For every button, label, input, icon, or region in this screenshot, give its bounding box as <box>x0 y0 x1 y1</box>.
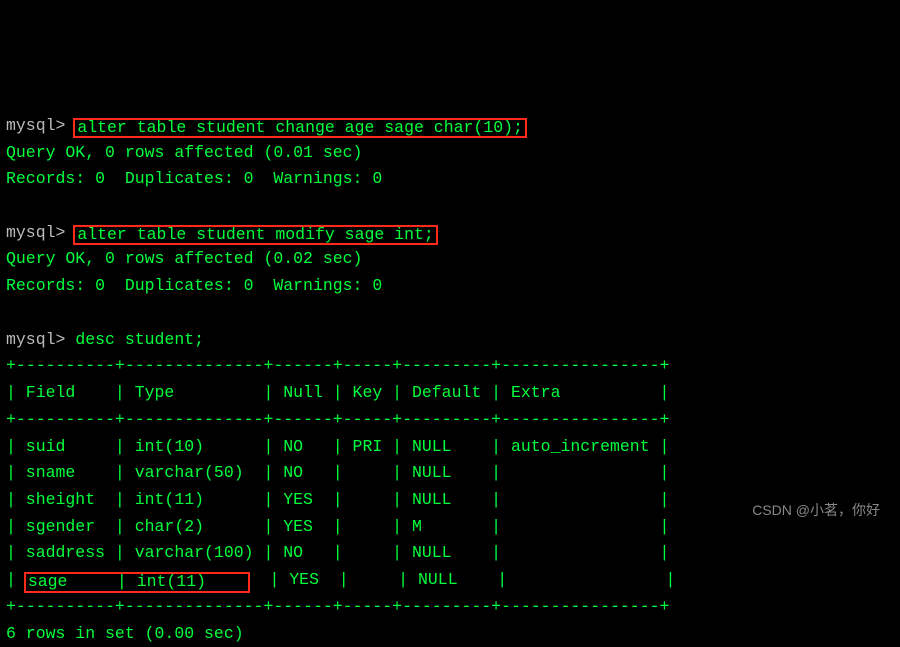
table-row: | sgender | char(2) | YES | | M | | <box>6 517 669 536</box>
highlight-cmd2: alter table student modify sage int; <box>73 225 437 246</box>
cmd3[interactable]: desc student; <box>75 330 204 349</box>
prompt: mysql> <box>6 330 65 349</box>
prompt: mysql> <box>6 223 65 242</box>
out1b: Records: 0 Duplicates: 0 Warnings: 0 <box>6 169 382 188</box>
table-sep: +----------+--------------+------+-----+… <box>6 410 669 429</box>
final-line: 6 rows in set (0.00 sec) <box>6 624 244 643</box>
table-row: | sheight | int(11) | YES | | NULL | | <box>6 490 669 509</box>
out2b: Records: 0 Duplicates: 0 Warnings: 0 <box>6 276 382 295</box>
table-row: | saddress | varchar(100) | NO | | NULL … <box>6 543 669 562</box>
prompt: mysql> <box>6 116 65 135</box>
cmd1[interactable]: alter table student change age sage char… <box>77 118 523 137</box>
out1a: Query OK, 0 rows affected (0.01 sec) <box>6 143 362 162</box>
table-sep: +----------+--------------+------+-----+… <box>6 356 669 375</box>
table-header: | Field | Type | Null | Key | Default | … <box>6 383 669 402</box>
table-row: | sname | varchar(50) | NO | | NULL | | <box>6 463 669 482</box>
table-row-post: | YES | | NULL | | <box>250 570 676 589</box>
watermark: CSDN @小茗，你好 <box>752 499 880 522</box>
table-row: | suid | int(10) | NO | PRI | NULL | aut… <box>6 437 669 456</box>
out2a: Query OK, 0 rows affected (0.02 sec) <box>6 249 362 268</box>
highlight-row6: sage | int(11) <box>24 572 250 593</box>
terminal-output: mysql> alter table student change age sa… <box>6 116 675 643</box>
cmd2[interactable]: alter table student modify sage int; <box>77 225 433 244</box>
table-sep: +----------+--------------+------+-----+… <box>6 597 669 616</box>
row6-box: sage | int(11) <box>28 572 246 591</box>
highlight-cmd1: alter table student change age sage char… <box>73 118 527 139</box>
